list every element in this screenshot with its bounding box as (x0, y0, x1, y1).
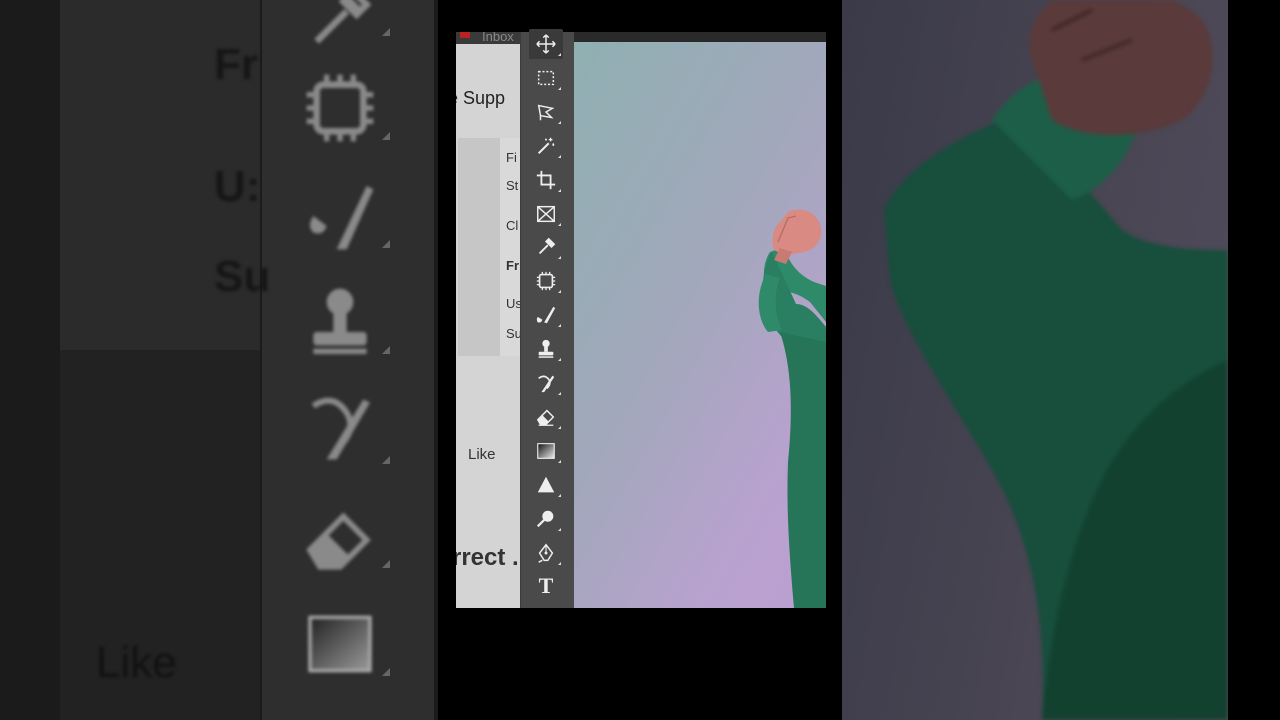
submenu-corner-marker (558, 358, 561, 362)
submenu-corner-marker (558, 324, 561, 328)
dodge-icon (535, 508, 557, 530)
blurred-label: Fr (214, 40, 258, 89)
crop-icon (535, 169, 557, 191)
clone-stamp-tool[interactable] (529, 334, 563, 364)
card-label: St (506, 178, 519, 193)
blurred-corner-marker (382, 28, 390, 36)
photoshop-tools-panel: T (520, 29, 575, 608)
browser-tab-bar: Inbox (456, 32, 520, 44)
card-label: Us (506, 296, 520, 311)
browser-tab-label[interactable]: Inbox (482, 32, 514, 44)
eraser-tool[interactable] (529, 402, 563, 432)
spot-healing-tool[interactable] (529, 266, 563, 296)
eyedropper-tool[interactable] (529, 232, 563, 262)
submenu-corner-marker (558, 256, 561, 260)
blurred-corner-marker (382, 560, 390, 568)
healing-patch-icon (535, 270, 557, 292)
history-brush-tool[interactable] (529, 368, 563, 398)
gradient-tool[interactable] (529, 436, 563, 466)
frame-icon (535, 203, 557, 225)
card-label: Fi (506, 150, 517, 165)
blurred-corner-marker (382, 456, 390, 464)
eyedropper-icon (535, 236, 557, 258)
info-card-column (500, 138, 520, 356)
submenu-corner-marker (558, 188, 561, 192)
submenu-corner-marker (558, 561, 561, 565)
submenu-corner-marker (558, 425, 561, 429)
canvas-top-bar (574, 32, 826, 42)
submenu-corner-marker (558, 459, 561, 463)
mail-favicon-icon (460, 32, 470, 38)
submenu-corner-marker (558, 53, 561, 56)
blurred-label: U: (214, 162, 261, 211)
card-label: Cl (506, 218, 519, 233)
type-tool[interactable]: T (529, 571, 563, 601)
submenu-corner-marker (558, 86, 561, 90)
hoodie-figure-image (758, 209, 826, 608)
blurred-label: Su (214, 252, 271, 301)
submenu-corner-marker (558, 527, 561, 531)
browser-page-fragment: Inbox e Supp Fi St Cl Fr Us Su Like rrec… (456, 32, 520, 608)
like-button[interactable]: Like (468, 446, 496, 463)
blurred-eraser-icon (300, 500, 380, 580)
blurred-eyedropper-icon (300, 0, 380, 58)
type-icon: T (538, 573, 554, 599)
lasso-tool[interactable] (529, 97, 563, 127)
submenu-corner-marker (558, 392, 561, 395)
submenu-corner-marker (558, 290, 561, 294)
brush-icon (535, 304, 557, 326)
left-blurred-backdrop: Fr U: Su Like (0, 0, 438, 720)
gradient-icon (535, 440, 557, 462)
pen-tool[interactable] (529, 538, 563, 568)
eraser-icon (535, 406, 557, 428)
magic-wand-tool[interactable] (529, 131, 563, 161)
page-heading: e Supp (456, 88, 506, 108)
blurred-hoodie-image (884, 0, 1228, 720)
submenu-corner-marker (558, 120, 561, 124)
blurred-healing-patch-icon (300, 68, 380, 148)
video-frame: Inbox e Supp Fi St Cl Fr Us Su Like rrec… (456, 29, 826, 608)
blur-triangle-icon (535, 474, 557, 496)
card-label: Su (506, 326, 520, 341)
brush-tool[interactable] (529, 300, 563, 330)
rectangle-marquee-icon (535, 67, 557, 89)
blurred-history-brush-icon (300, 386, 380, 466)
submenu-corner-marker (558, 154, 561, 158)
right-blurred-backdrop (842, 0, 1228, 720)
polygonal-lasso-icon (535, 101, 557, 123)
blurred-gradient-icon (300, 604, 380, 684)
history-brush-icon (535, 372, 557, 394)
blur-tool[interactable] (529, 470, 563, 500)
move-tool[interactable] (529, 29, 563, 59)
submenu-corner-marker (558, 222, 561, 226)
crop-tool[interactable] (529, 165, 563, 195)
magic-wand-icon (535, 135, 557, 157)
blurred-like-label: Like (96, 638, 177, 687)
submenu-corner-marker (558, 493, 561, 497)
pen-icon (535, 542, 557, 564)
stamp-icon (535, 338, 557, 360)
marquee-tool[interactable] (529, 63, 563, 93)
blurred-corner-marker (382, 346, 390, 354)
frame-tool[interactable] (529, 199, 563, 229)
move-icon (535, 33, 557, 55)
blurred-corner-marker (382, 668, 390, 676)
card-label: Fr (506, 258, 519, 273)
blurred-brush-icon (300, 176, 380, 256)
blurred-corner-marker (382, 240, 390, 248)
blurred-corner-marker (382, 132, 390, 140)
footer-heading: rrect . (456, 544, 519, 571)
photo-canvas[interactable] (574, 42, 826, 608)
dodge-tool[interactable] (529, 504, 563, 534)
blurred-stamp-icon (300, 282, 380, 362)
